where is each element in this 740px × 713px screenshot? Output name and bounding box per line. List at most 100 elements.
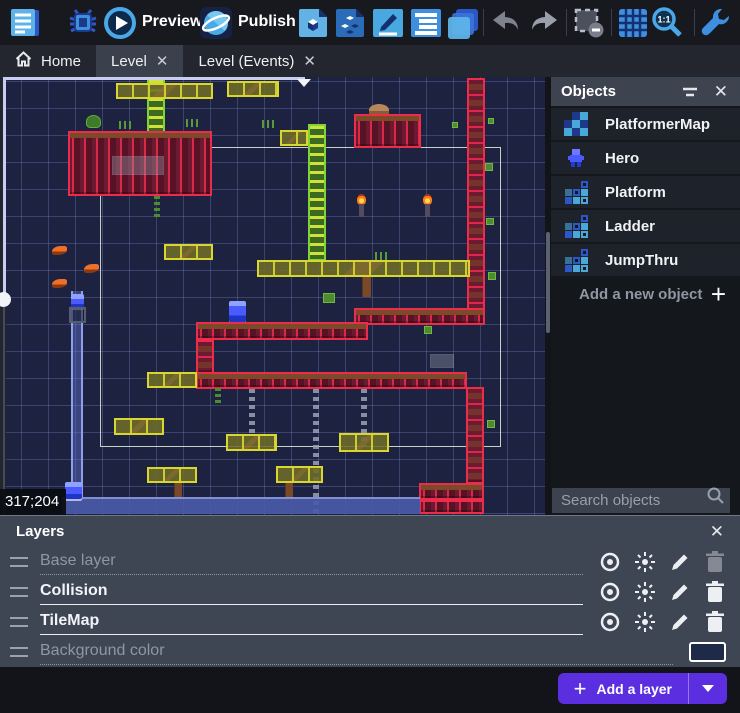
object-item-jumpthru[interactable]: JumpThru [551, 244, 740, 276]
layer-name-field[interactable]: TileMap [40, 610, 583, 635]
scene-torch[interactable] [421, 194, 434, 217]
zoom-1-1-icon[interactable]: 1:1 [650, 6, 684, 40]
scene-ladder[interactable] [308, 124, 326, 261]
grid-icon[interactable] [616, 6, 650, 40]
object-item-hero[interactable]: Hero [551, 142, 740, 174]
scene-grass[interactable] [375, 252, 387, 260]
tab-level-events[interactable]: Level (Events) ✕ [183, 45, 330, 77]
scene-trunk[interactable] [285, 483, 293, 498]
scene-reddirt[interactable] [196, 322, 368, 340]
debug-icon[interactable] [66, 6, 100, 40]
scene-yellow[interactable] [280, 130, 308, 146]
scene-grass[interactable] [119, 121, 131, 129]
deselect-icon[interactable] [572, 6, 606, 40]
scene-green[interactable] [488, 272, 496, 280]
close-panel-icon[interactable]: ✕ [714, 83, 728, 100]
add-new-object-button[interactable]: Add a new object + [551, 276, 740, 312]
scene-hero[interactable] [65, 482, 82, 499]
canvas-vertical-scroll-thumb[interactable] [546, 232, 550, 333]
object-item-platform[interactable]: Platform [551, 176, 740, 208]
scene-grass[interactable] [186, 119, 198, 127]
object-item-platformermap[interactable]: PlatformerMap [551, 108, 740, 140]
scene-green[interactable] [488, 118, 494, 124]
scene-yellow[interactable] [257, 260, 470, 277]
effects-icon[interactable] [634, 611, 656, 633]
delete-trash-icon[interactable] [704, 581, 726, 603]
tab-home[interactable]: Home [0, 45, 96, 77]
scene-bush[interactable] [86, 115, 101, 128]
scene-trunk[interactable] [362, 277, 371, 297]
visibility-eye-icon[interactable] [599, 581, 621, 603]
add-layer-dropdown-button[interactable] [688, 673, 727, 704]
visibility-eye-icon[interactable] [599, 551, 621, 573]
drag-handle-icon[interactable] [10, 647, 28, 657]
drag-handle-icon[interactable] [10, 587, 28, 597]
scene-green[interactable] [452, 122, 458, 128]
scene-water[interactable] [62, 497, 420, 514]
add-layer-button[interactable]: + Add a layer [558, 673, 688, 704]
close-tab-icon[interactable]: ✕ [156, 54, 169, 69]
layer-name-field[interactable]: Base layer [40, 550, 583, 575]
publish-icon[interactable] [199, 6, 233, 40]
scene-yellow[interactable] [116, 83, 213, 99]
scene-yellow[interactable] [147, 372, 197, 388]
scene-critter[interactable] [52, 279, 67, 288]
scene-ghost[interactable] [113, 157, 163, 174]
add-object-icon[interactable] [296, 6, 330, 40]
plus-icon[interactable]: + [711, 281, 726, 307]
scene-hero[interactable] [71, 294, 84, 308]
search-objects-input[interactable] [552, 488, 730, 513]
scene-yellow[interactable] [339, 433, 389, 452]
scene-redcol[interactable] [467, 78, 485, 325]
scene-chain[interactable] [249, 389, 255, 436]
background-color-swatch[interactable] [689, 642, 726, 662]
scene-yellow[interactable] [147, 467, 197, 483]
scene-ghostbox[interactable] [69, 307, 86, 323]
scene-yellow[interactable] [227, 81, 279, 97]
scene-grass[interactable] [262, 120, 274, 128]
scene-reddirt[interactable] [354, 114, 421, 148]
scene-reddirt[interactable] [419, 483, 484, 500]
undo-icon[interactable] [489, 6, 523, 40]
scene-green[interactable] [485, 163, 493, 171]
scene-reddirt[interactable] [354, 308, 485, 325]
scene-yellow[interactable] [276, 466, 323, 483]
drag-handle-icon[interactable] [10, 557, 28, 567]
layer-name-field[interactable]: Collision [40, 580, 583, 605]
filter-icon[interactable] [682, 85, 698, 99]
edit-pencil-icon[interactable] [669, 551, 691, 573]
object-item-ladder[interactable]: Ladder [551, 210, 740, 242]
redo-icon[interactable] [527, 6, 561, 40]
publish-button[interactable]: Publish [238, 13, 296, 31]
settings-icon[interactable] [699, 6, 733, 40]
scene-editor-canvas[interactable]: 317;204 [0, 77, 545, 515]
delete-trash-icon[interactable] [704, 611, 726, 633]
visibility-eye-icon[interactable] [599, 611, 621, 633]
close-panel-icon[interactable]: ✕ [710, 522, 724, 542]
scene-chain[interactable] [313, 389, 319, 514]
preview-icon[interactable] [103, 6, 137, 40]
scene-green[interactable] [323, 293, 335, 303]
edit-pencil-icon[interactable] [669, 581, 691, 603]
canvas-left-scroll-thumb[interactable] [3, 77, 6, 303]
scene-yellow[interactable] [164, 244, 213, 260]
scene-yellow[interactable] [114, 418, 164, 435]
scene-redrow[interactable] [419, 500, 484, 514]
scene-green[interactable] [486, 218, 494, 225]
scene-yellow[interactable] [226, 434, 277, 451]
events-icon[interactable] [409, 6, 443, 40]
close-tab-icon[interactable]: ✕ [303, 54, 316, 69]
scene-green[interactable] [424, 326, 432, 334]
layers-icon[interactable] [446, 6, 480, 40]
preview-button[interactable]: Preview [142, 13, 202, 31]
edit-scene-icon[interactable] [371, 6, 405, 40]
scene-trunk[interactable] [174, 483, 182, 498]
scene-critter[interactable] [84, 264, 99, 273]
scene-hero[interactable] [229, 301, 246, 322]
scene-redcol[interactable] [466, 387, 484, 484]
objects-groups-icon[interactable] [333, 6, 367, 40]
effects-icon[interactable] [634, 551, 656, 573]
drag-handle-icon[interactable] [10, 617, 28, 627]
scene-critter[interactable] [52, 246, 67, 255]
scene-reddirt[interactable] [196, 372, 467, 389]
